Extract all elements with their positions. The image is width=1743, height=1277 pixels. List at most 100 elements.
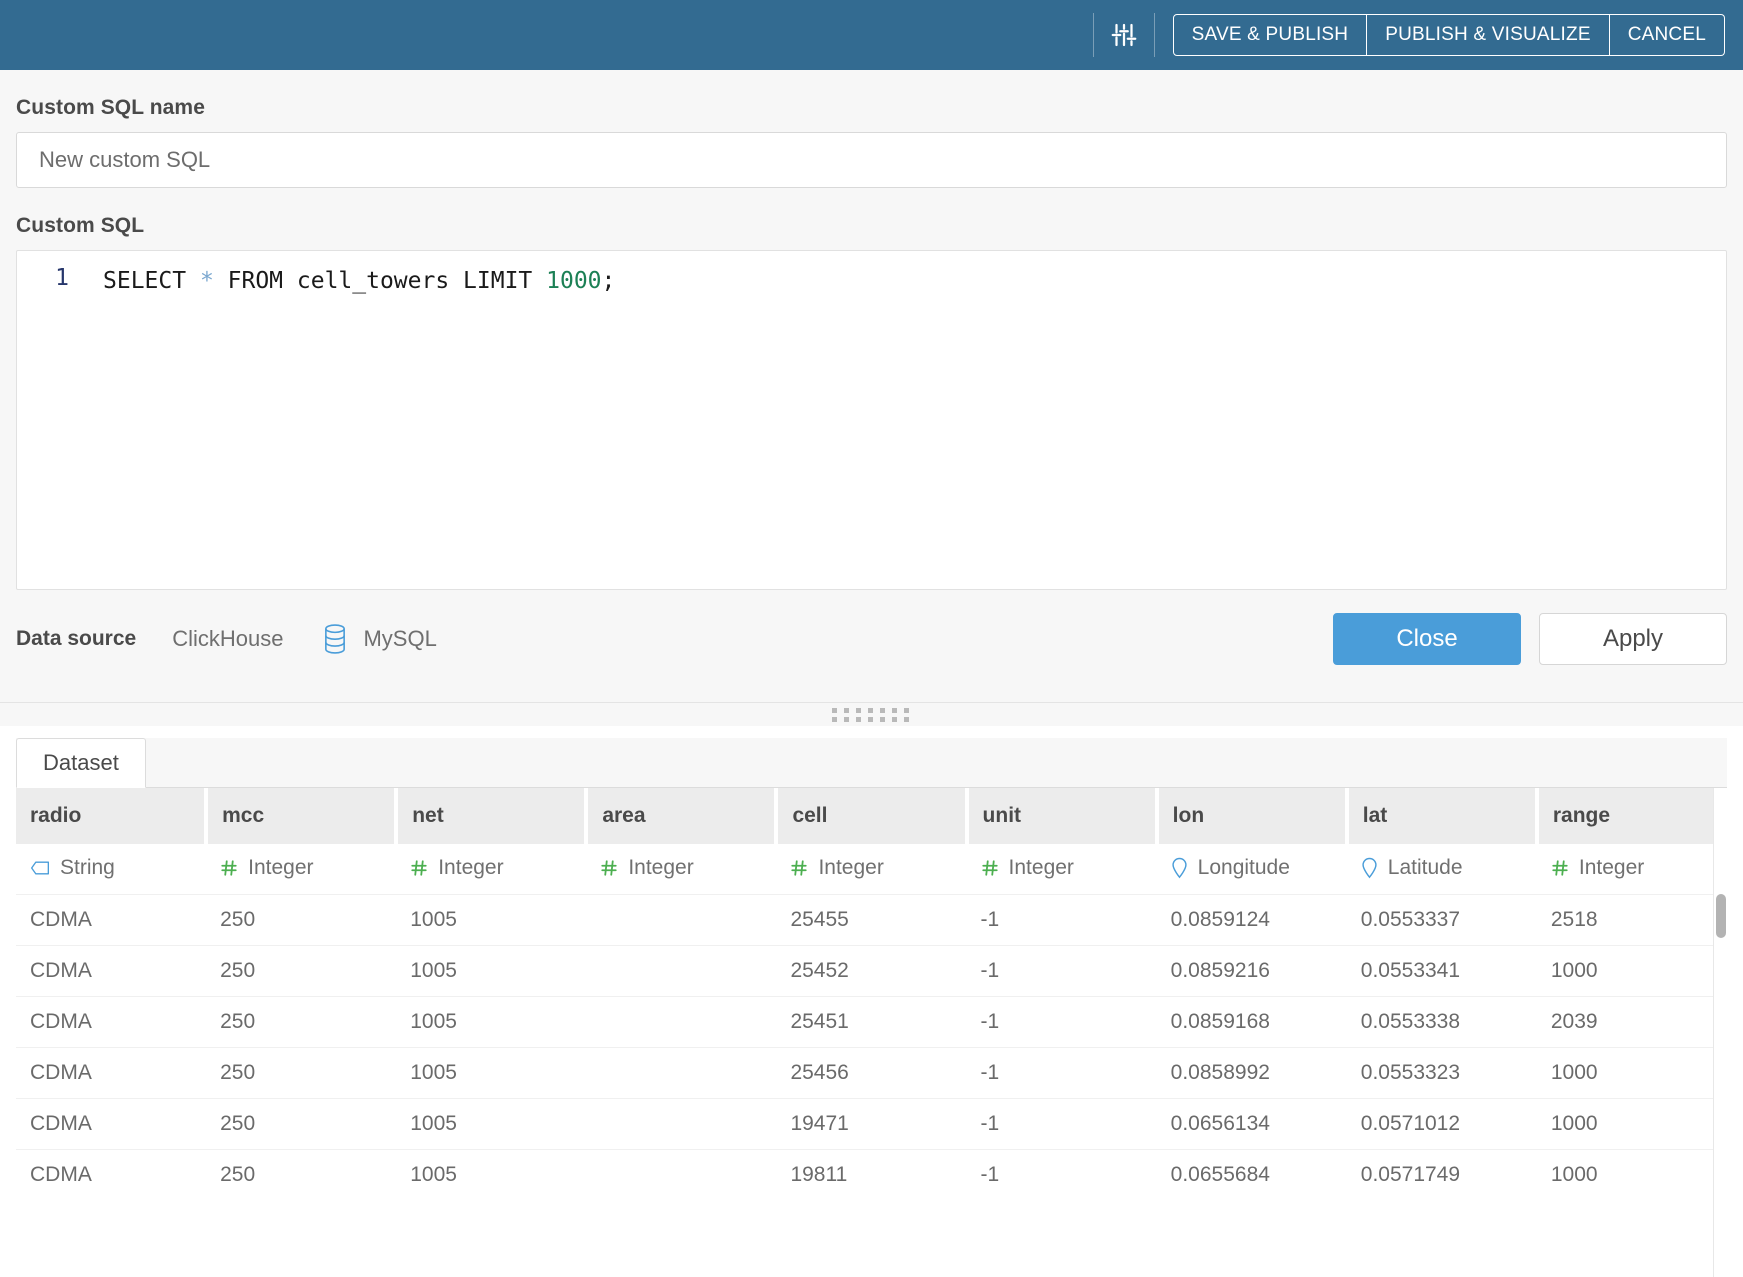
- hash-icon: [410, 859, 428, 877]
- custom-sql-name-input[interactable]: [16, 132, 1727, 188]
- data-source-mysql-label: MySQL: [363, 626, 436, 652]
- sql-token-star: *: [200, 268, 214, 294]
- data-source-option-mysql[interactable]: MySQL: [321, 623, 436, 655]
- cell-cell: 25456: [776, 1048, 966, 1099]
- close-button[interactable]: Close: [1333, 613, 1521, 665]
- cell-area: [586, 946, 776, 997]
- cell-lat: 0.0553337: [1347, 895, 1537, 946]
- cell-mcc: 250: [206, 1150, 396, 1201]
- table-row[interactable]: CDMA250100525455-10.08591240.05533372518: [16, 895, 1727, 946]
- sql-line-number-gutter: 1: [17, 251, 85, 589]
- sql-code-editor[interactable]: 1 SELECT * FROM cell_towers LIMIT 1000;: [16, 250, 1727, 590]
- cell-cell: 25455: [776, 895, 966, 946]
- save-and-publish-button[interactable]: SAVE & PUBLISH: [1173, 14, 1368, 56]
- cell-cell: 25452: [776, 946, 966, 997]
- cell-mcc: 250: [206, 895, 396, 946]
- data-source-row: Data source ClickHouse MySQL Close Apply: [16, 590, 1727, 682]
- table-row[interactable]: CDMA250100525451-10.08591680.05533382039: [16, 997, 1727, 1048]
- column-header-area[interactable]: area: [586, 788, 776, 844]
- publish-and-visualize-button[interactable]: PUBLISH & VISUALIZE: [1367, 14, 1609, 56]
- cell-lon: 0.0859168: [1157, 997, 1347, 1048]
- column-header-label: unit: [983, 804, 1021, 827]
- column-type-unit: Integer: [967, 844, 1157, 895]
- cell-net: 1005: [396, 1099, 586, 1150]
- dataset-table-container: radiomccnetarea cell unit lonlat range Strin…: [16, 788, 1727, 1277]
- cell-range: 2039: [1537, 997, 1727, 1048]
- toolbar-button-group: SAVE & PUBLISH PUBLISH & VISUALIZE CANCE…: [1173, 14, 1725, 56]
- hash-icon: [600, 859, 618, 877]
- column-header-cell[interactable]: cell: [776, 788, 966, 844]
- cell-net: 1005: [396, 1048, 586, 1099]
- column-type-net: Integer: [396, 844, 586, 895]
- table-row[interactable]: CDMA250100525452-10.08592160.05533411000: [16, 946, 1727, 997]
- table-row[interactable]: CDMA250100519471-10.06561340.05710121000: [16, 1099, 1727, 1150]
- panel-resize-handle[interactable]: [0, 702, 1743, 726]
- cell-mcc: 250: [206, 1048, 396, 1099]
- database-icon: [321, 623, 349, 655]
- cell-radio: CDMA: [16, 1099, 206, 1150]
- column-header-range[interactable]: range: [1537, 788, 1727, 844]
- hash-icon: [1551, 859, 1569, 877]
- dataset-tabbar: Dataset: [16, 738, 1727, 788]
- cell-lon: 0.0859216: [1157, 946, 1347, 997]
- cell-cell: 19471: [776, 1099, 966, 1150]
- table-row[interactable]: CDMA250100525456-10.08589920.05533231000: [16, 1048, 1727, 1099]
- data-source-label: Data source: [16, 627, 136, 651]
- cell-mcc: 250: [206, 946, 396, 997]
- sql-token-from-table: FROM cell_towers LIMIT: [214, 268, 546, 294]
- cell-unit: -1: [967, 1099, 1157, 1150]
- hash-icon: [220, 859, 238, 877]
- column-header-label: cell: [792, 804, 827, 827]
- cell-area: [586, 1150, 776, 1201]
- cancel-button[interactable]: CANCEL: [1610, 14, 1725, 56]
- column-header-net[interactable]: net: [396, 788, 586, 844]
- cell-lat: 0.0553338: [1347, 997, 1537, 1048]
- column-type-label: Integer: [1579, 856, 1644, 880]
- column-type-label: Integer: [438, 856, 503, 880]
- apply-button[interactable]: Apply: [1539, 613, 1727, 665]
- column-type-label: String: [60, 856, 115, 880]
- cell-range: 1000: [1537, 1150, 1727, 1201]
- column-header-unit[interactable]: unit: [967, 788, 1157, 844]
- sliders-settings-button[interactable]: [1098, 11, 1150, 59]
- cell-range: 1000: [1537, 1048, 1727, 1099]
- dataset-scrollbar-thumb[interactable]: [1716, 894, 1726, 938]
- dataset-vertical-scrollbar[interactable]: [1713, 788, 1727, 1277]
- column-type-radio: String: [16, 844, 206, 895]
- column-header-lat[interactable]: lat: [1347, 788, 1537, 844]
- cell-lat: 0.0571749: [1347, 1150, 1537, 1201]
- column-type-range: Integer: [1537, 844, 1727, 895]
- column-type-cell: Integer: [776, 844, 966, 895]
- cell-lat: 0.0553323: [1347, 1048, 1537, 1099]
- table-row[interactable]: CDMA250100519811-10.06556840.05717491000: [16, 1150, 1727, 1201]
- string-tag-icon: [30, 860, 50, 876]
- cell-range: 1000: [1537, 1099, 1727, 1150]
- toolbar-divider-left: [1093, 13, 1094, 57]
- cell-radio: CDMA: [16, 1150, 206, 1201]
- column-header-label: range: [1553, 804, 1610, 827]
- cell-area: [586, 1099, 776, 1150]
- data-source-option-clickhouse[interactable]: ClickHouse: [172, 626, 283, 652]
- cell-lon: 0.0655684: [1157, 1150, 1347, 1201]
- custom-sql-editor-panel: Custom SQL name Custom SQL 1 SELECT * FR…: [0, 70, 1743, 726]
- dataset-header-row: radiomccnetarea cell unit lonlat range: [16, 788, 1727, 844]
- column-header-mcc[interactable]: mcc: [206, 788, 396, 844]
- custom-sql-label: Custom SQL: [16, 188, 1727, 250]
- cell-mcc: 250: [206, 997, 396, 1048]
- data-source-clickhouse-label: ClickHouse: [172, 626, 283, 652]
- sql-token-keyword-select: SELECT: [103, 268, 200, 294]
- column-header-radio[interactable]: radio: [16, 788, 206, 844]
- cell-radio: CDMA: [16, 895, 206, 946]
- sql-code-content[interactable]: SELECT * FROM cell_towers LIMIT 1000;: [85, 251, 1726, 589]
- sql-token-number: 1000: [546, 268, 601, 294]
- tab-dataset[interactable]: Dataset: [16, 738, 146, 788]
- cell-unit: -1: [967, 997, 1157, 1048]
- cell-radio: CDMA: [16, 997, 206, 1048]
- column-header-label: area: [602, 804, 645, 827]
- dataset-preview-panel: Dataset radiomccnetarea cell unit lonlatran…: [0, 738, 1743, 1277]
- custom-sql-name-label: Custom SQL name: [16, 70, 1727, 132]
- hash-icon: [981, 859, 999, 877]
- column-header-lon[interactable]: lon: [1157, 788, 1347, 844]
- cell-lat: 0.0553341: [1347, 946, 1537, 997]
- cell-lon: 0.0859124: [1157, 895, 1347, 946]
